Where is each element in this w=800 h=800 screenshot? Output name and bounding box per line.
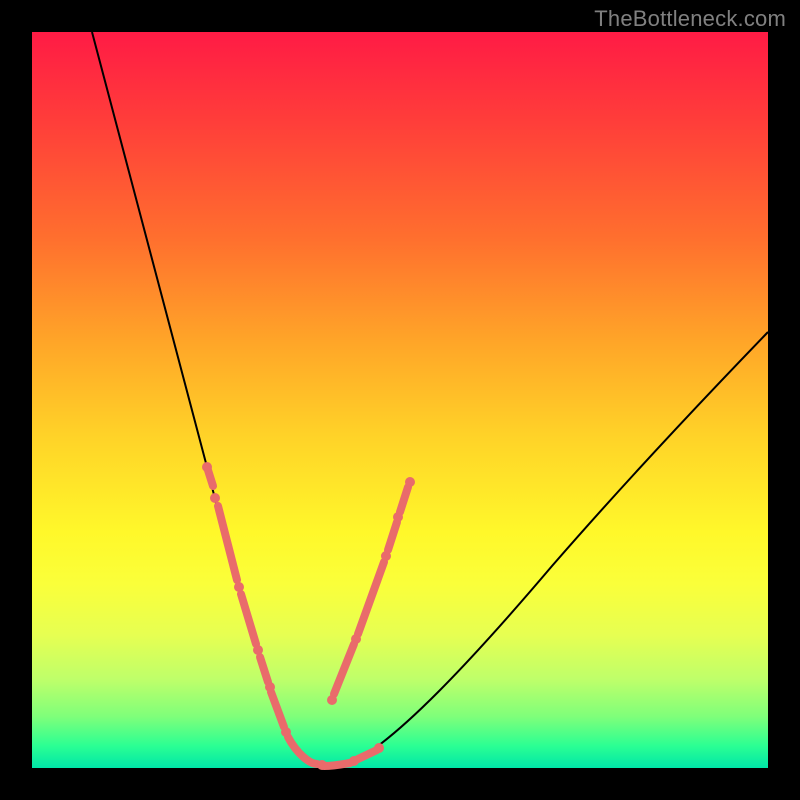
highlight-seg bbox=[218, 506, 237, 580]
highlight-dot bbox=[374, 743, 384, 753]
chart-frame: TheBottleneck.com bbox=[0, 0, 800, 800]
highlight-dot bbox=[317, 760, 327, 770]
highlight-dot bbox=[265, 682, 275, 692]
highlight-seg bbox=[260, 657, 268, 682]
highlight-seg bbox=[241, 594, 256, 644]
highlight-dot bbox=[405, 477, 415, 487]
highlight-dot bbox=[253, 645, 263, 655]
curve-svg bbox=[32, 32, 768, 768]
highlight-dot bbox=[327, 695, 337, 705]
highlight-dot bbox=[381, 551, 391, 561]
bottleneck-curve bbox=[92, 32, 768, 765]
highlight-dot bbox=[351, 634, 361, 644]
highlight-seg bbox=[388, 522, 397, 550]
highlight-seg bbox=[358, 750, 377, 759]
highlight-seg bbox=[358, 562, 384, 634]
highlight-dot bbox=[234, 582, 244, 592]
highlight-dot bbox=[210, 493, 220, 503]
highlight-seg bbox=[324, 763, 350, 766]
highlight-dot bbox=[349, 756, 359, 766]
highlight-seg bbox=[334, 644, 354, 694]
highlight-seg bbox=[271, 692, 284, 727]
highlight-dot bbox=[202, 462, 212, 472]
highlight-dot bbox=[393, 512, 403, 522]
plot-area bbox=[32, 32, 768, 768]
highlight-seg bbox=[288, 737, 317, 764]
highlight-seg bbox=[400, 487, 408, 512]
highlight-dot bbox=[281, 727, 291, 737]
watermark-label: TheBottleneck.com bbox=[594, 6, 786, 32]
